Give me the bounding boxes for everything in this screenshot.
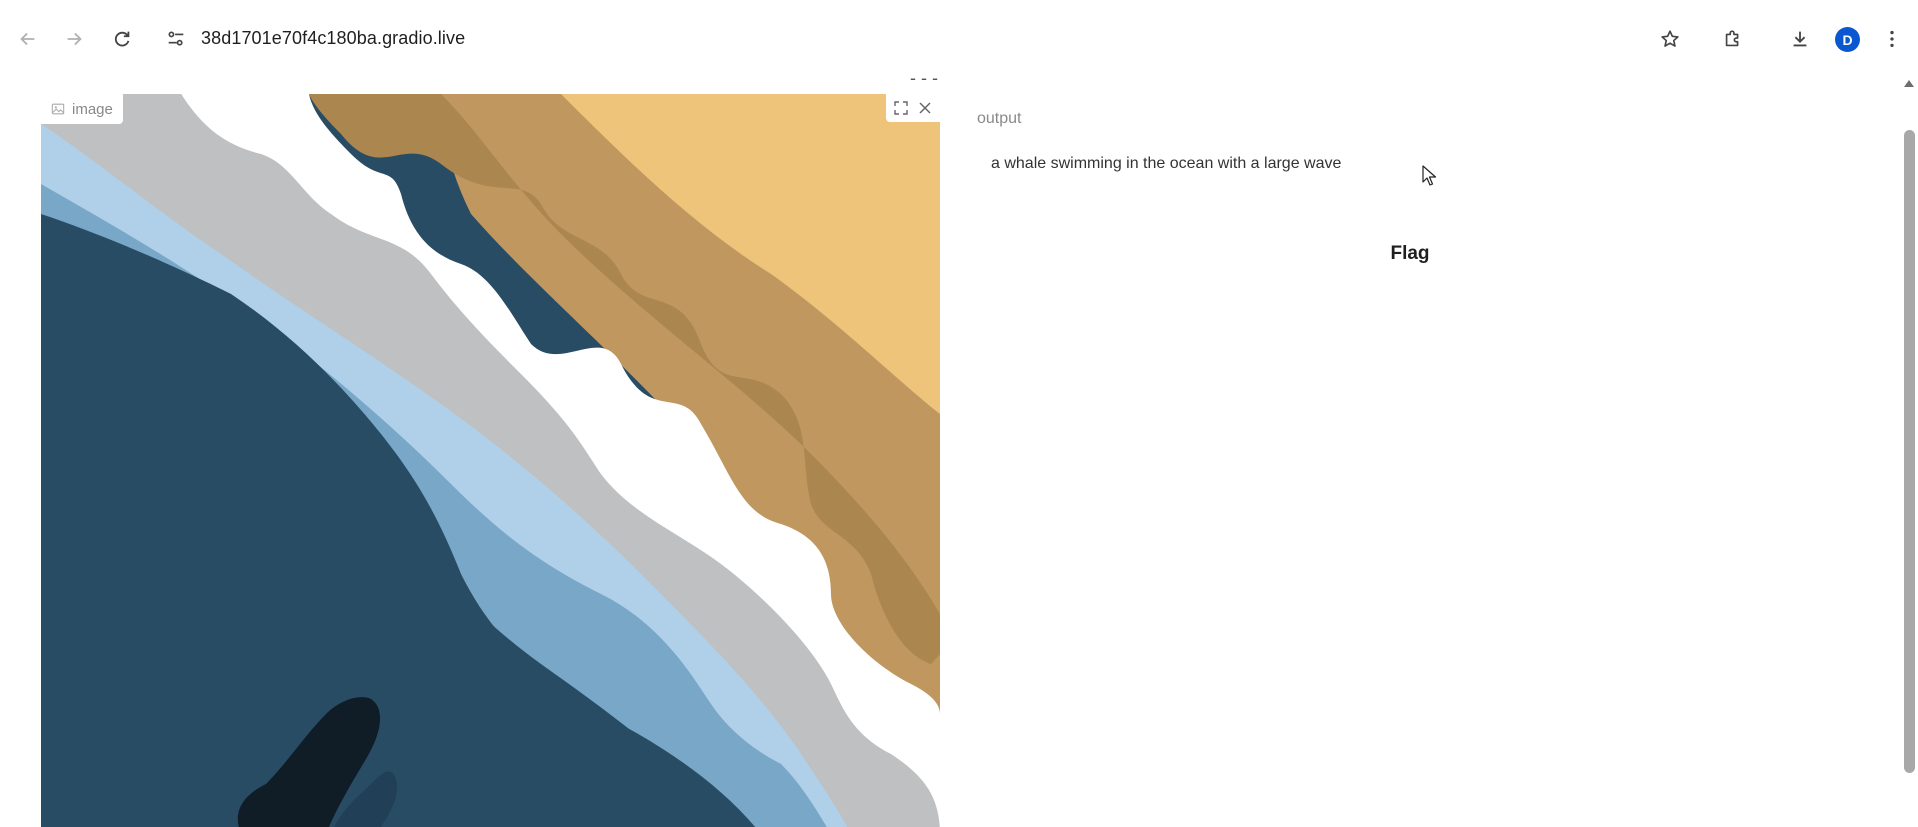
reload-button[interactable] [105, 22, 139, 56]
scroll-thumb[interactable] [1904, 130, 1915, 773]
browser-menu-button[interactable] [1875, 22, 1909, 56]
bookmark-button[interactable] [1653, 22, 1687, 56]
browser-toolbar: 38d1701e70f4c180ba.gradio.live D [0, 0, 1918, 78]
image-actions [886, 94, 940, 122]
output-textbox[interactable]: a whale swimming in the ocean with a lar… [991, 155, 1341, 173]
flag-button[interactable]: Flag [1330, 232, 1490, 276]
close-icon[interactable] [917, 100, 933, 116]
star-icon [1661, 30, 1679, 47]
profile-avatar[interactable]: D [1835, 27, 1860, 52]
site-info-button[interactable] [159, 22, 193, 56]
image-label: image [41, 94, 123, 124]
arrow-left-icon [20, 32, 35, 46]
mouse-cursor-icon [1422, 165, 1437, 186]
download-icon [1793, 31, 1807, 47]
page-viewport: - - - image output a whale swimming in t… [0, 78, 1918, 827]
fullscreen-icon[interactable] [893, 100, 909, 116]
output-label: output [977, 110, 1022, 127]
scrollbar[interactable] [1900, 78, 1918, 827]
puzzle-icon [1725, 30, 1739, 47]
back-button[interactable] [11, 22, 45, 56]
image-icon [51, 103, 65, 115]
image-label-text: image [72, 100, 113, 118]
scroll-up-arrow-icon[interactable] [1904, 80, 1914, 87]
tune-icon [168, 31, 184, 46]
address-bar-url[interactable]: 38d1701e70f4c180ba.gradio.live [201, 28, 465, 49]
reload-icon [114, 31, 130, 47]
more-vertical-icon [1890, 30, 1894, 48]
uploaded-image[interactable] [41, 94, 940, 827]
downloads-button[interactable] [1783, 22, 1817, 56]
extensions-button[interactable] [1716, 22, 1750, 56]
cut-off-heading: - - - [910, 78, 938, 88]
forward-button[interactable] [57, 22, 91, 56]
arrow-right-icon [67, 32, 82, 46]
